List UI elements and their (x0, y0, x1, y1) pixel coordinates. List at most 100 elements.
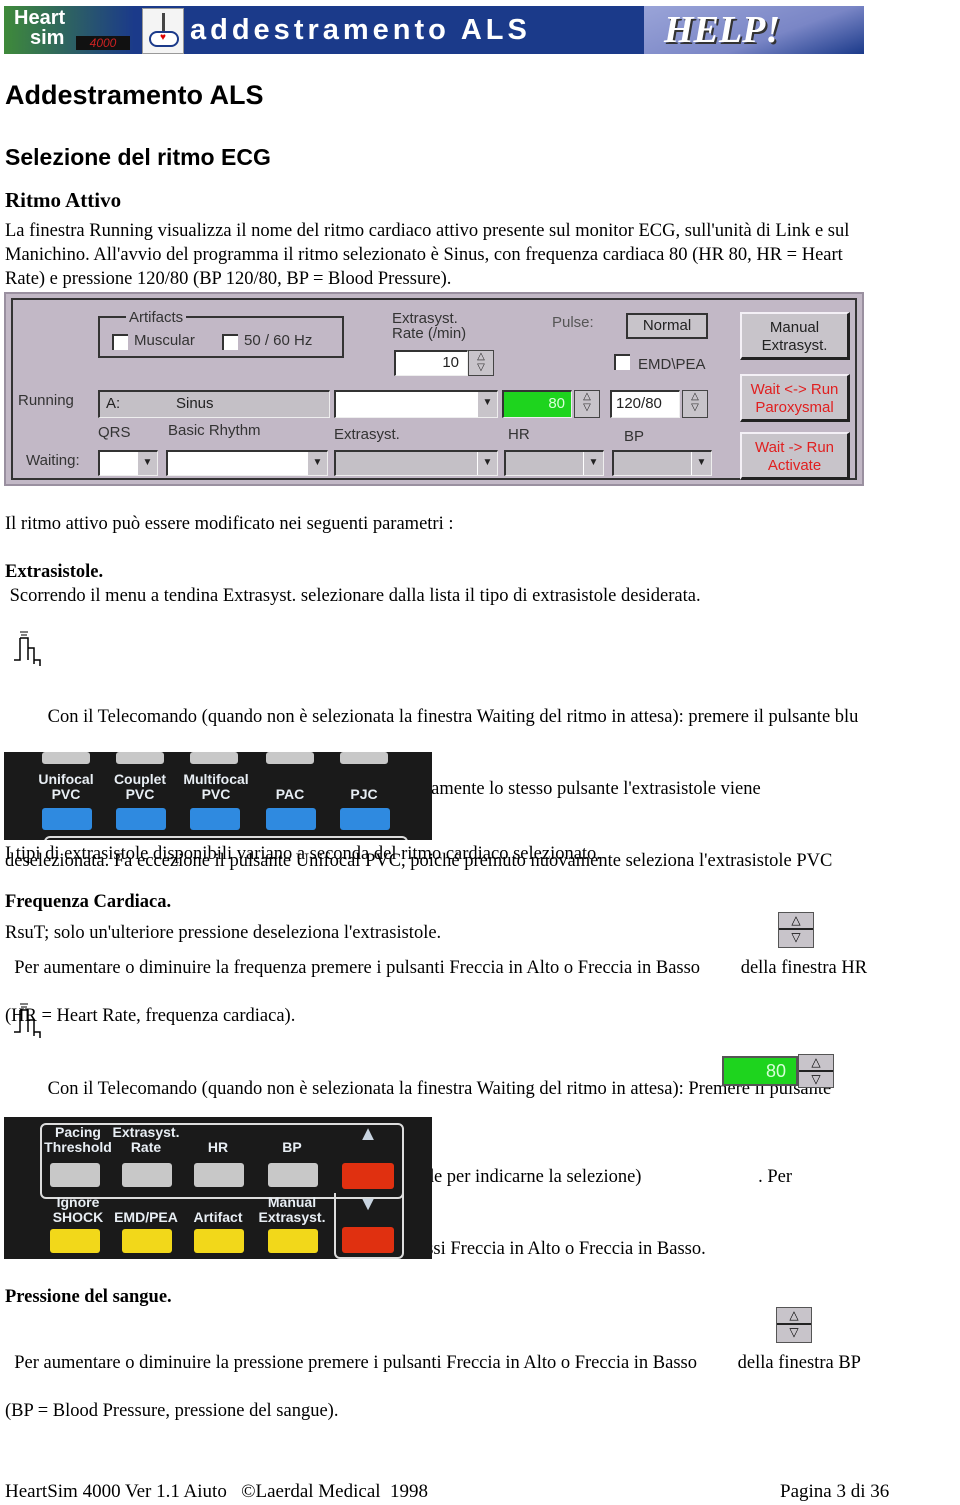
intro-line: La finestra Running visualizza il nome d… (5, 221, 850, 241)
qrs-select[interactable]: ▼ (98, 450, 158, 476)
running-rhythm: Sinus (176, 395, 214, 412)
bp-text-line2: (BP = Blood Pressure, pressione del sang… (5, 1401, 339, 1421)
rhythm-control-panel: Artifacts Muscular 50 / 60 Hz Extrasyst.… (4, 292, 864, 486)
intro-line: Manichino. All'avvio del programma il ri… (5, 245, 843, 265)
hr-spinner[interactable]: △ ▽ (574, 390, 600, 418)
spin-up-icon: △ (789, 1308, 799, 1322)
spin-up-icon[interactable]: △ (575, 391, 599, 402)
extrasistole-title: Extrasistole. (5, 562, 104, 582)
waiting-bp-select[interactable]: ▼ (612, 450, 712, 476)
qrs-label: QRS (98, 424, 131, 441)
blood-pressure-text: Per aumentare o diminuire la pressione p… (5, 1327, 960, 1447)
page-title: Addestramento ALS (5, 80, 264, 110)
section-title: Selezione del ritmo ECG (5, 144, 271, 170)
logo-text-sim: sim (30, 27, 65, 49)
waiting-hr-select[interactable]: ▼ (504, 450, 604, 476)
spin-up-icon: △ (811, 1055, 821, 1069)
modify-intro: Il ritmo attivo può essere modificato ne… (5, 514, 454, 534)
manual-extrasyst-button[interactable]: Manual Extrasyst. (740, 312, 850, 360)
bp-text-after: della finestra BP (737, 1353, 861, 1373)
bp-text-before: Per aumentare o diminuire la pressione p… (14, 1353, 702, 1373)
manual-extrasyst-label-2: Extrasyst. (761, 337, 828, 354)
chevron-down-icon[interactable]: ▼ (477, 392, 497, 417)
remote-key-label: Couplet PVC (113, 771, 167, 802)
extrasyst-rate-label-line2: Rate (/min) (392, 325, 467, 342)
bp-input[interactable]: 120/80 (610, 390, 680, 418)
extrasyst-rate-input[interactable]: 10 (394, 350, 468, 376)
hr-input[interactable]: 80 (502, 390, 572, 418)
basic-rhythm-select[interactable]: ▼ (166, 450, 328, 476)
waiting-label: Waiting: (26, 452, 80, 469)
heartsim-logo: Heart sim 4000 (4, 6, 134, 54)
remote-key-label: Multifocal PVC (183, 771, 249, 802)
artifact-key (194, 1229, 244, 1253)
manikin-icon: ♥ (142, 8, 184, 54)
waiting-extrasyst-select[interactable]: ▼ (334, 450, 498, 476)
running-extrasyst-select[interactable]: ▼ (334, 390, 498, 418)
extrasyst-rate-label: Extrasyst. Rate (/min) (392, 311, 466, 341)
emd-pea-key (122, 1229, 172, 1253)
remote-key-label: Unifocal PVC (38, 771, 94, 802)
chevron-down-icon[interactable]: ▼ (477, 452, 497, 475)
chevron-down-icon[interactable]: ▼ (583, 452, 603, 475)
remote-key-gray (190, 752, 238, 764)
bp-spinner[interactable]: △ ▽ (682, 390, 708, 418)
spin-up-icon: △ (791, 913, 801, 927)
wait-run-paroxysmal-label-1: Wait <-> Run (750, 381, 839, 398)
emd-pea-label: EMD\PEA (638, 356, 706, 373)
remote-key-label: Extrasyst. Rate (112, 1124, 180, 1155)
spin-up-icon[interactable]: △ (683, 391, 707, 402)
muscular-checkbox[interactable] (112, 334, 128, 350)
heart-rate-text-before: Per aumentare o diminuire la frequenza p… (14, 958, 705, 978)
wait-run-paroxysmal-button[interactable]: Wait <-> Run Paroxysmal (740, 374, 850, 422)
chevron-down-icon[interactable]: ▼ (307, 452, 327, 475)
arrow-down-icon: ▼ (358, 1193, 378, 1215)
remote-key-label: EMD/PEA (114, 1209, 178, 1225)
remote-key-label: Manual Extrasyst. (258, 1194, 326, 1225)
spin-down-icon[interactable]: ▽ (683, 402, 707, 413)
hr-label: HR (508, 426, 530, 443)
muscular-label: Muscular (134, 332, 195, 349)
chevron-down-icon[interactable]: ▼ (137, 452, 157, 475)
arrow-up-icon: ▲ (358, 1123, 378, 1145)
intro-line: Rate) e pressione 120/80 (BP 120/80, BP … (5, 269, 452, 289)
remote-key-gray (266, 752, 314, 764)
subsection-title: Ritmo Attivo (5, 188, 122, 212)
header-banner: Heart sim 4000 ♥ addestramento ALS HELP! (4, 6, 864, 54)
wait-run-activate-button[interactable]: Wait -> Run Activate (740, 432, 850, 480)
spin-up-icon[interactable]: △ (469, 351, 493, 362)
logo-text-heart: Heart (14, 7, 66, 29)
pjc-key (340, 808, 390, 830)
footer-left: HeartSim 4000 Ver 1.1 Aiuto ©Laerdal Med… (5, 1481, 429, 1502)
basic-rhythm-label: Basic Rhythm (168, 422, 261, 439)
multifocal-pvc-key (190, 808, 240, 830)
manual-extrasyst-key (268, 1229, 318, 1253)
wait-run-activate-label-1: Wait -> Run (754, 439, 835, 456)
remote-extrasystole-keys-image: Unifocal PVC Couplet PVC Multifocal PVC PAC… (4, 752, 432, 840)
remote-key-label: HR (207, 1139, 229, 1155)
remote-key-label: BP (282, 1139, 302, 1155)
remote-key-gray (116, 752, 164, 764)
wait-run-paroxysmal-label-2: Paroxysmal (755, 399, 834, 416)
heart-rate-text-after: della finestra HR (740, 958, 868, 978)
blood-pressure-title: Pressione del sangue. (5, 1287, 172, 1307)
remote-key-label: Pacing Threshold (44, 1124, 112, 1155)
hz-checkbox[interactable] (222, 334, 238, 350)
chevron-down-icon[interactable]: ▼ (691, 452, 711, 475)
pac-key (266, 808, 316, 830)
logo-text-4000: 4000 (76, 36, 130, 50)
spin-down-icon[interactable]: ▽ (469, 362, 493, 373)
artifacts-label: Artifacts (126, 309, 187, 326)
emd-pea-checkbox[interactable] (614, 354, 630, 370)
unifocal-pvc-key (42, 808, 92, 830)
running-code: A: (106, 395, 121, 412)
extrasistole-note: I tipi di extrasistole disponibili varia… (5, 844, 601, 864)
spin-down-icon[interactable]: ▽ (575, 402, 599, 413)
pulse-value: Normal (626, 313, 708, 339)
remote-key-label: Artifact (193, 1209, 243, 1225)
couplet-pvc-key (116, 808, 166, 830)
extrasyst-rate-spinner[interactable]: △ ▽ (468, 350, 494, 376)
arrow-down-key (342, 1227, 394, 1253)
banner-title: addestramento ALS (190, 14, 531, 46)
help-logo: HELP! (644, 6, 864, 54)
